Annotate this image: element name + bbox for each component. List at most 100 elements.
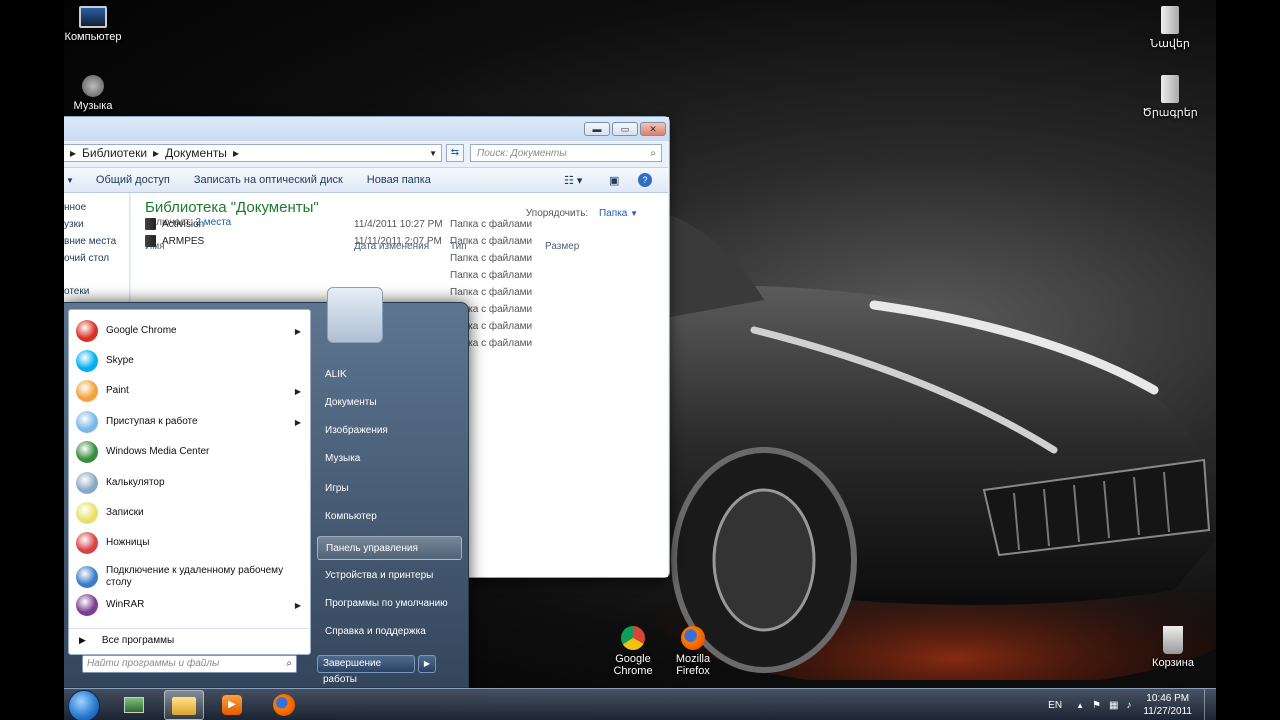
network-icon[interactable]: ▦ <box>1109 700 1118 711</box>
wallpaper-car <box>654 210 1216 680</box>
start-button[interactable] <box>68 690 100 720</box>
desktop-icon-computer[interactable]: Компьютер <box>64 6 128 43</box>
monitor-icon <box>79 6 107 28</box>
file-row[interactable]: Папка с файлами <box>145 284 645 301</box>
desktop-icon-firefox[interactable]: Mozilla Firefox <box>658 626 728 677</box>
start-app-item[interactable]: Skype <box>69 346 309 376</box>
start-place-item[interactable]: Справка и поддержка <box>317 620 462 644</box>
start-search-placeholder: Найти программы и файлы <box>87 658 220 669</box>
maximize-button[interactable]: ▭ <box>612 122 638 136</box>
explorer-toolbar: ▼ Общий доступ Записать на оптический ди… <box>64 167 668 193</box>
start-place-item[interactable]: Панель управления <box>317 536 462 560</box>
file-row[interactable]: ARMPES 11/11/2011 2:07 PM Папка с файлами <box>145 233 645 250</box>
desktop-icon-recycle-bin[interactable]: Корзина <box>1138 626 1208 669</box>
app-icon <box>76 594 98 616</box>
language-indicator[interactable]: EN <box>1048 700 1062 711</box>
show-hidden-icons-icon[interactable]: ▲ <box>1076 701 1084 710</box>
start-app-item[interactable]: Windows Media Center <box>69 437 309 467</box>
start-app-item[interactable]: Записки <box>69 498 309 528</box>
start-place-item[interactable]: Музыка <box>317 447 462 471</box>
breadcrumb-libraries[interactable]: Библиотеки <box>82 146 147 160</box>
user-picture[interactable] <box>327 287 383 343</box>
desktop-icon-label: Корзина <box>1152 657 1194 669</box>
app-icon <box>76 566 98 588</box>
desktop-icon-label: Google Chrome <box>613 653 653 677</box>
nav-item-libraries[interactable]: отеки <box>64 283 129 300</box>
file-row[interactable]: Activision 11/4/2011 10:27 PM Папка с файл… <box>145 216 645 233</box>
recycle-bin-icon <box>1163 626 1183 654</box>
chrome-icon <box>621 626 645 650</box>
close-button[interactable]: ✕ <box>640 122 666 136</box>
app-icon <box>76 320 98 342</box>
start-app-item[interactable]: WinRAR ▶ <box>69 590 309 620</box>
toolbar-burn-button[interactable]: Записать на оптический диск <box>194 174 343 186</box>
start-place-item[interactable]: Изображения <box>317 419 462 443</box>
media-player-icon: ▶ <box>222 695 242 715</box>
submenu-arrow-icon: ▶ <box>294 386 301 396</box>
library-title: Библиотека "Документы" <box>145 199 319 216</box>
explorer-titlebar[interactable] <box>64 117 669 141</box>
file-row[interactable]: Папка с файлами <box>145 250 645 267</box>
taskbar-media-player[interactable]: ▶ <box>212 690 252 720</box>
start-search-input[interactable]: Найти программы и файлы ⌕ <box>82 655 297 673</box>
toolbar-share-button[interactable]: Общий доступ <box>96 174 170 186</box>
start-app-item[interactable]: Paint ▶ <box>69 376 309 406</box>
file-date: 11/4/2011 10:27 PM <box>354 219 443 230</box>
clock[interactable]: 10:46 PM 11/27/2011 <box>1143 692 1192 718</box>
help-icon[interactable]: ? <box>638 173 652 187</box>
file-date: 11/11/2011 2:07 PM <box>354 236 442 247</box>
nav-item-favorites[interactable]: нное <box>64 199 129 216</box>
desktop-icon-label: Компьютер <box>64 31 122 43</box>
desktop-icon-label: Նավեր <box>1150 38 1190 50</box>
show-desktop-button[interactable] <box>1204 689 1216 720</box>
taskbar: ▶ EN ▲ ⚑ ▦ ♪ 10:46 PM 11/27/2011 <box>64 688 1216 720</box>
address-dropdown-icon[interactable]: ▼ <box>429 149 437 158</box>
taskbar-app-manager[interactable] <box>114 690 154 720</box>
desktop-icon-label: Mozilla Firefox <box>675 653 711 677</box>
toolbar-new-folder-button[interactable]: Новая папка <box>367 174 431 186</box>
app-icon <box>76 532 98 554</box>
app-icon <box>76 472 98 494</box>
shutdown-button[interactable]: Завершение работы <box>317 655 415 685</box>
file-row[interactable]: Папка с файлами <box>145 267 645 284</box>
view-options-icon[interactable]: ☷ ▾ <box>564 174 582 187</box>
desktop-icon-music[interactable]: Музыка <box>64 75 128 112</box>
nav-item-recent-places[interactable]: вние места <box>64 233 129 250</box>
preview-pane-icon[interactable]: ▣ <box>609 174 619 187</box>
volume-icon[interactable]: ♪ <box>1126 700 1131 711</box>
refresh-button[interactable]: ⇆ <box>446 144 464 162</box>
address-bar[interactable]: ▸ Библиотеки ▸ Документы ▸ ▼ <box>64 144 442 162</box>
nav-item-downloads[interactable]: узки <box>64 216 129 233</box>
start-app-item[interactable]: Приступая к работе ▶ <box>69 407 309 437</box>
start-place-item[interactable]: Компьютер <box>317 505 462 529</box>
taskbar-firefox[interactable] <box>264 690 304 720</box>
minimize-button[interactable]: ▬ <box>584 122 610 136</box>
start-place-item[interactable]: Устройства и принтеры <box>317 564 462 588</box>
shutdown-options-icon[interactable]: ▶ <box>418 655 436 673</box>
file-type: Папка с файлами <box>450 253 533 264</box>
toolbar-dropdown-icon[interactable]: ▼ <box>66 176 74 185</box>
folder-icon <box>1161 75 1179 103</box>
folder-icon <box>145 235 156 247</box>
desktop-icon-programs[interactable]: Ծրագրեր <box>1135 75 1205 119</box>
desktop-icon-naver[interactable]: Նավեր <box>1135 6 1205 50</box>
start-place-item[interactable]: Программы по умолчанию <box>317 592 462 616</box>
all-programs-button[interactable]: ▶ Все программы <box>69 628 309 652</box>
start-app-item[interactable]: Калькулятор <box>69 468 309 498</box>
music-icon <box>82 75 104 97</box>
start-app-item[interactable]: Ножницы <box>69 528 309 558</box>
breadcrumb-documents[interactable]: Документы <box>165 146 227 160</box>
nav-item-desktop[interactable]: очий стол <box>64 250 129 267</box>
start-app-item[interactable]: Google Chrome ▶ <box>69 316 309 346</box>
taskbar-explorer[interactable] <box>164 690 204 720</box>
action-center-icon[interactable]: ⚑ <box>1092 700 1101 711</box>
app-label: Записки <box>106 507 144 518</box>
start-place-item[interactable]: ALIK <box>317 363 462 387</box>
start-place-item[interactable]: Игры <box>317 477 462 501</box>
chevron-right-icon: ▸ <box>232 146 239 160</box>
start-place-item[interactable]: Документы <box>317 391 462 415</box>
screen-icon <box>124 697 144 713</box>
chevron-right-icon: ▶ <box>79 635 86 645</box>
app-icon <box>76 350 98 372</box>
search-input[interactable]: Поиск: Документы ⌕ <box>470 144 662 162</box>
